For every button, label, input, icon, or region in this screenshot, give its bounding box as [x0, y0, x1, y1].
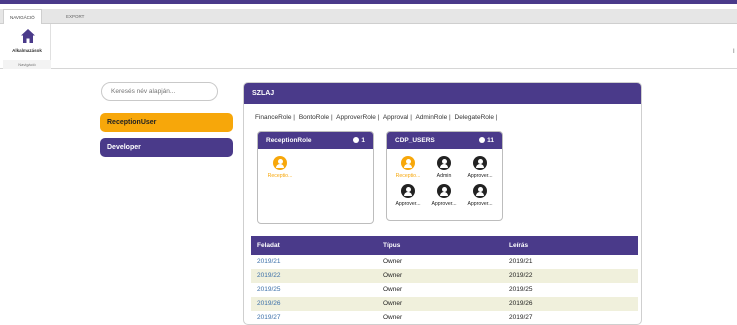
- table-row[interactable]: 2019/22 Owner 2019/22: [251, 269, 638, 283]
- role-link-adminrole[interactable]: AdminRole |: [415, 114, 450, 121]
- member-item[interactable]: Approver...: [465, 156, 495, 179]
- role-link-approverrole[interactable]: ApproverRole |: [336, 114, 379, 121]
- member-count: 11: [479, 132, 494, 149]
- task-description: 2019/22: [509, 272, 533, 279]
- task-description: 2019/26: [509, 300, 533, 307]
- role-card-title: ReceptionRole: [266, 137, 312, 144]
- table-row[interactable]: 2019/25 Owner 2019/25: [251, 283, 638, 297]
- column-header-task[interactable]: Feladat: [257, 236, 280, 255]
- role-list: FinanceRole | BontoRole | ApproverRole |…: [255, 114, 499, 121]
- ribbon-tab-bar: NAVIGÁCIÓ EXPORT: [0, 9, 737, 25]
- user-icon: [401, 156, 415, 170]
- member-count-value: 11: [487, 137, 494, 144]
- role-link-delegaterole[interactable]: DelegateRole |: [455, 114, 498, 121]
- table-row[interactable]: 2019/27 Owner 2019/27: [251, 311, 638, 324]
- user-icon: [273, 156, 287, 170]
- member-item[interactable]: Approver...: [393, 184, 423, 207]
- user-icon: [437, 156, 451, 170]
- ribbon-group-navigation: Alkalmazások Navigáció: [3, 24, 51, 69]
- task-link[interactable]: 2019/27: [257, 311, 281, 324]
- task-table: Feladat Típus Leírás 2019/21 Owner 2019/…: [251, 236, 638, 324]
- ribbon-corner-mark: I: [733, 49, 735, 55]
- user-icon: [473, 156, 487, 170]
- role-card-header: CDP_USERS 11: [387, 132, 502, 149]
- task-link[interactable]: 2019/25: [257, 283, 281, 297]
- task-description: 2019/27: [509, 314, 533, 321]
- role-card-cdp-users[interactable]: CDP_USERS 11 Receptio... Admin Approver.…: [386, 131, 503, 221]
- applications-button-label[interactable]: Alkalmazások: [3, 48, 51, 53]
- column-header-description[interactable]: Leírás: [509, 236, 528, 255]
- task-type: Owner: [383, 258, 403, 265]
- task-type: Owner: [383, 300, 403, 307]
- home-icon[interactable]: [20, 28, 36, 44]
- member-name: Approver...: [467, 173, 493, 179]
- table-row[interactable]: 2019/21 Owner 2019/21: [251, 255, 638, 269]
- member-name: Admin: [436, 173, 452, 179]
- member-name: Approver...: [395, 201, 421, 207]
- user-button-receptionuser[interactable]: ReceptionUser: [100, 113, 233, 132]
- table-header: Feladat Típus Leírás: [251, 236, 638, 255]
- member-count: 1: [353, 132, 365, 149]
- top-accent-bar: [0, 0, 737, 4]
- member-name: Receptio...: [267, 173, 293, 179]
- member-name: Approver...: [431, 201, 457, 207]
- search-input[interactable]: [101, 82, 218, 101]
- member-item[interactable]: Approver...: [465, 184, 495, 207]
- role-link-approval[interactable]: Approval |: [383, 114, 412, 121]
- detail-panel: SZLAJ FinanceRole | BontoRole | Approver…: [243, 82, 642, 325]
- member-item[interactable]: Admin: [429, 156, 459, 179]
- role-card-title: CDP_USERS: [395, 137, 435, 144]
- column-header-type[interactable]: Típus: [383, 236, 400, 255]
- role-card-receptionrole[interactable]: ReceptionRole 1 Receptio...: [257, 131, 374, 224]
- panel-title: SZLAJ: [244, 83, 641, 104]
- task-link[interactable]: 2019/26: [257, 297, 281, 311]
- role-card-header: ReceptionRole 1: [258, 132, 373, 149]
- ribbon-group-label: Navigáció: [3, 60, 51, 69]
- ribbon-tab-export[interactable]: EXPORT: [60, 9, 90, 24]
- task-type: Owner: [383, 272, 403, 279]
- ribbon-body: Alkalmazások Navigáció I: [0, 24, 737, 69]
- member-item[interactable]: Receptio...: [393, 156, 423, 179]
- member-name: Approver...: [467, 201, 493, 207]
- task-link[interactable]: 2019/22: [257, 269, 281, 283]
- user-icon: [401, 184, 415, 198]
- member-item[interactable]: Receptio...: [265, 156, 295, 179]
- table-row[interactable]: 2019/26 Owner 2019/26: [251, 297, 638, 311]
- task-description: 2019/25: [509, 286, 533, 293]
- member-item[interactable]: Approver...: [429, 184, 459, 207]
- user-count-icon: [479, 137, 486, 143]
- task-link[interactable]: 2019/21: [257, 255, 281, 269]
- user-icon: [437, 184, 451, 198]
- task-type: Owner: [383, 314, 403, 321]
- member-name: Receptio...: [395, 173, 421, 179]
- task-type: Owner: [383, 286, 403, 293]
- role-link-bontorole[interactable]: BontoRole |: [299, 114, 333, 121]
- task-description: 2019/21: [509, 258, 533, 265]
- role-link-financerole[interactable]: FinanceRole |: [255, 114, 295, 121]
- ribbon-tab-navigation[interactable]: NAVIGÁCIÓ: [3, 9, 42, 25]
- user-button-developer[interactable]: Developer: [100, 138, 233, 157]
- user-icon: [473, 184, 487, 198]
- user-count-icon: [353, 137, 360, 143]
- member-count-value: 1: [361, 137, 365, 144]
